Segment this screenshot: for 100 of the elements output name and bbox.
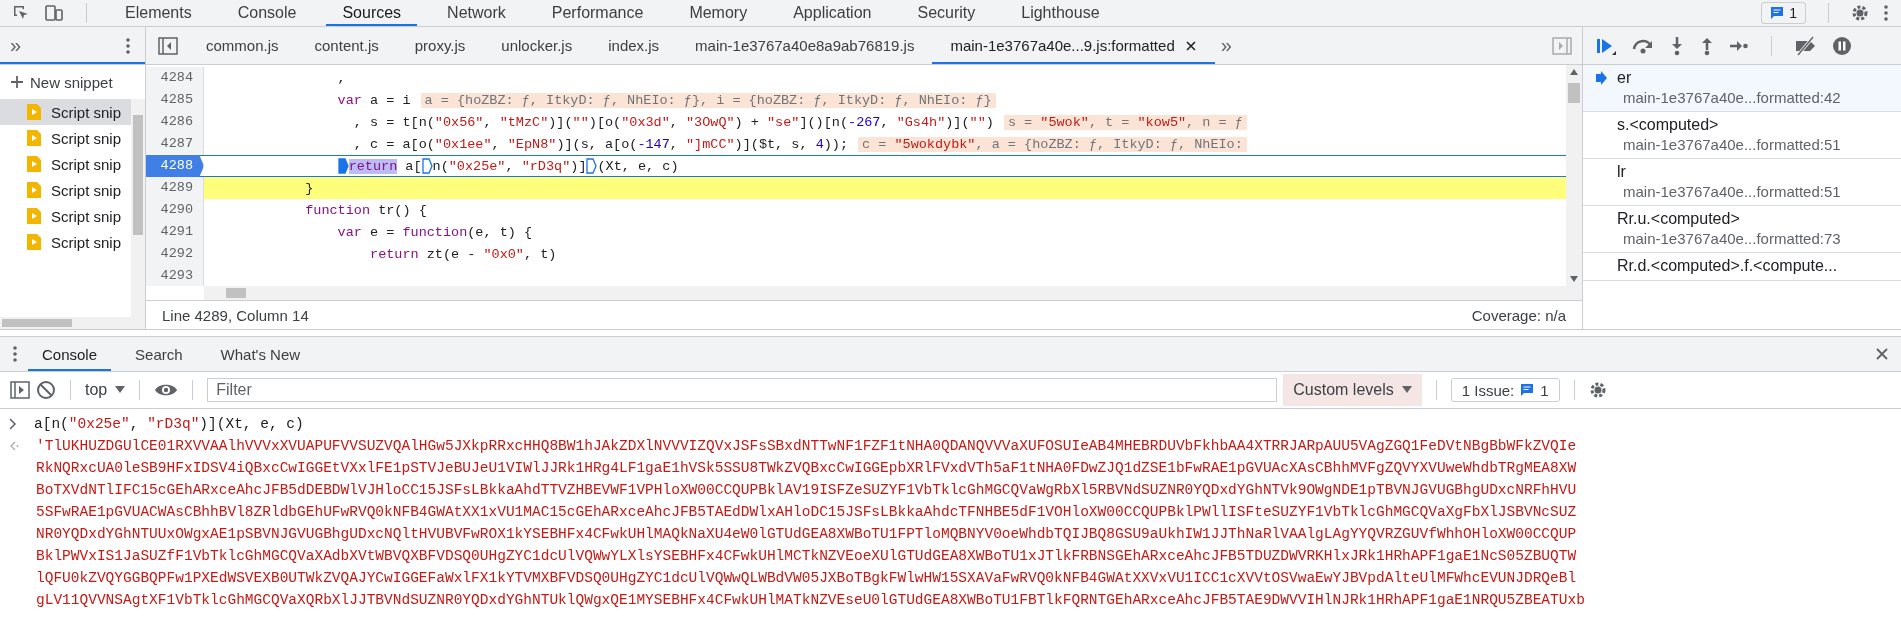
settings-icon[interactable]	[1588, 381, 1607, 399]
call-frame[interactable]: Rr.u.<computed> main-1e3767a40e...formatted:73	[1583, 206, 1901, 253]
result-arrow-icon	[8, 440, 20, 452]
code-line: function tr() {	[304, 202, 427, 218]
drawer-tab[interactable]: What's New	[206, 337, 315, 371]
frame-location: main-1e3767a40e...formatted:51	[1622, 136, 1842, 153]
snippet-item[interactable]: Script snip	[0, 99, 131, 125]
sidebar-toggle-icon[interactable]	[10, 381, 30, 399]
inline-value: a = {hoZBZ: ƒ, ItkyD: ƒ, NhEIo: ƒ}, i = {hoZBZ: ƒ, ItkyD: ƒ, NhEIo: ƒ}	[420, 92, 996, 108]
line-number[interactable]: 4287	[146, 133, 204, 155]
line-number[interactable]: 4288	[146, 155, 204, 177]
function-name: s.<computed>	[1617, 116, 1719, 134]
file-tab[interactable]: unlocker.js	[483, 27, 591, 64]
more-tabs-button[interactable]: »	[10, 34, 22, 57]
panel-tab[interactable]: Lighthouse	[1005, 0, 1116, 26]
panel-tab[interactable]: Sources	[326, 0, 418, 26]
dropdown-arrow-icon	[115, 386, 126, 394]
file-tab[interactable]: main-1e3767a40e8a9ab76819.js	[677, 27, 933, 64]
message-icon	[1770, 6, 1785, 20]
sidebar-toggle-icon[interactable]	[1552, 36, 1572, 55]
cursor-position: Line 4289, Column 14	[162, 306, 309, 324]
code-line: ,	[336, 70, 346, 86]
device-toolbar-icon[interactable]	[44, 4, 64, 22]
frame-location: main-1e3767a40e...formatted:73	[1622, 230, 1842, 247]
panel-tab[interactable]: Elements	[109, 0, 208, 26]
log-levels-dropdown[interactable]: Custom levels	[1283, 374, 1422, 406]
scrollbar[interactable]	[0, 317, 145, 329]
scroll-up-arrow-icon[interactable]	[1570, 69, 1578, 75]
call-frame[interactable]: Rr.d.<computed>.f.<compute...	[1583, 253, 1901, 281]
call-frame[interactable]: er main-1e3767a40e...formatted:42	[1583, 65, 1901, 112]
line-number[interactable]: 4292	[146, 243, 204, 265]
line-number[interactable]: 4291	[146, 221, 204, 243]
line-number[interactable]: 4290	[146, 199, 204, 221]
coverage-status: Coverage: n/a	[1471, 306, 1566, 324]
panel-tab[interactable]: Security	[901, 0, 992, 26]
function-name: lr	[1617, 163, 1626, 181]
more-tabs-button[interactable]: »	[1220, 34, 1232, 57]
scroll-thumb[interactable]	[1568, 83, 1580, 103]
drawer-tab[interactable]: Search	[121, 337, 197, 371]
panel-tab[interactable]: Console	[221, 0, 313, 26]
call-frame[interactable]: lr main-1e3767a40e...formatted:51	[1583, 159, 1901, 206]
snippet-item[interactable]: Script snip	[0, 151, 131, 177]
file-icon	[26, 181, 42, 199]
frame-location: main-1e3767a40e...formatted:51	[1622, 183, 1842, 200]
deactivate-breakpoints-icon[interactable]	[1794, 35, 1818, 56]
panel-tab[interactable]: Application	[777, 0, 888, 26]
scroll-down-arrow-icon[interactable]	[1570, 276, 1578, 282]
filter-field[interactable]: Filter	[207, 378, 1278, 402]
more-options-icon[interactable]	[1883, 4, 1889, 22]
file-tab[interactable]: index.js	[590, 27, 678, 64]
settings-icon[interactable]	[1851, 4, 1869, 22]
file-tab[interactable]: main-1e3767a40e...9.js:formatted	[932, 27, 1215, 64]
scrollbar[interactable]	[204, 286, 1582, 300]
file-icon	[26, 233, 42, 251]
snippet-item[interactable]: Script snip	[0, 203, 131, 229]
line-number[interactable]: 4293	[146, 265, 204, 286]
console-command-text: a[n("0x25e", "rD3q")](Xt, e, c)	[34, 415, 304, 434]
line-number[interactable]: 4285	[146, 89, 204, 111]
call-frame[interactable]: s.<computed> main-1e3767a40e...formatted:51	[1583, 112, 1901, 159]
line-number[interactable]: 4284	[146, 67, 204, 89]
context-selector[interactable]: top	[85, 381, 126, 399]
issues-badge[interactable]: 1	[1761, 2, 1806, 24]
drawer-tab[interactable]: Console	[28, 337, 112, 371]
inline-breakpoint-icon[interactable]	[586, 158, 598, 174]
issues-button[interactable]: 1 Issue: 1	[1450, 378, 1560, 402]
scrollbar[interactable]	[1566, 65, 1582, 286]
clear-console-icon[interactable]	[36, 380, 56, 400]
snippet-item[interactable]: Script snip	[0, 177, 131, 203]
panel-tab[interactable]: Memory	[673, 0, 764, 26]
line-number[interactable]: 4289	[146, 177, 204, 199]
code-line: var a = i	[336, 92, 411, 108]
inline-value: c = "5wokdybk", a = {hoZBZ: ƒ, ItkyD: ƒ, NhEIo:	[858, 136, 1247, 152]
code-line: }	[304, 180, 314, 196]
eye-icon[interactable]	[154, 382, 179, 398]
code-line: , c = a[o("0x1ee", "EpN8")](s, a[o(-147, "]mCC")]($t, s, 4));	[352, 136, 849, 152]
file-tab[interactable]: common.js	[188, 27, 297, 64]
panel-tab[interactable]: Network	[431, 0, 522, 26]
inline-breakpoint-icon[interactable]	[421, 158, 433, 174]
sidebar-toggle-icon[interactable]	[158, 36, 178, 55]
more-options-icon[interactable]	[12, 345, 18, 363]
dropdown-arrow-icon	[1401, 386, 1412, 394]
close-icon[interactable]	[1184, 39, 1197, 52]
function-name: er	[1617, 69, 1632, 87]
snippet-item[interactable]: Script snip	[0, 229, 131, 255]
frame-location: main-1e3767a40e...formatted:42	[1622, 89, 1842, 106]
more-options-icon[interactable]	[125, 36, 131, 55]
pause-icon[interactable]	[1832, 35, 1852, 56]
file-tab[interactable]: proxy.js	[396, 27, 484, 64]
snippet-item[interactable]: Script snip	[0, 125, 131, 151]
file-icon	[26, 155, 42, 173]
message-icon	[1520, 383, 1535, 397]
file-icon	[26, 103, 42, 121]
code-line: return zt(e - "0x0", t)	[369, 246, 557, 262]
line-number[interactable]: 4286	[146, 111, 204, 133]
new-snippet-button[interactable]: New snippet	[0, 67, 145, 97]
prompt-chevron-icon	[8, 418, 18, 430]
code-line: return a[ n("0x25e", "rD3q")] (Xt, e, c)	[208, 158, 679, 174]
file-tab[interactable]: content.js	[296, 27, 397, 64]
panel-tab[interactable]: Performance	[535, 0, 660, 26]
scrollbar[interactable]	[131, 99, 145, 317]
